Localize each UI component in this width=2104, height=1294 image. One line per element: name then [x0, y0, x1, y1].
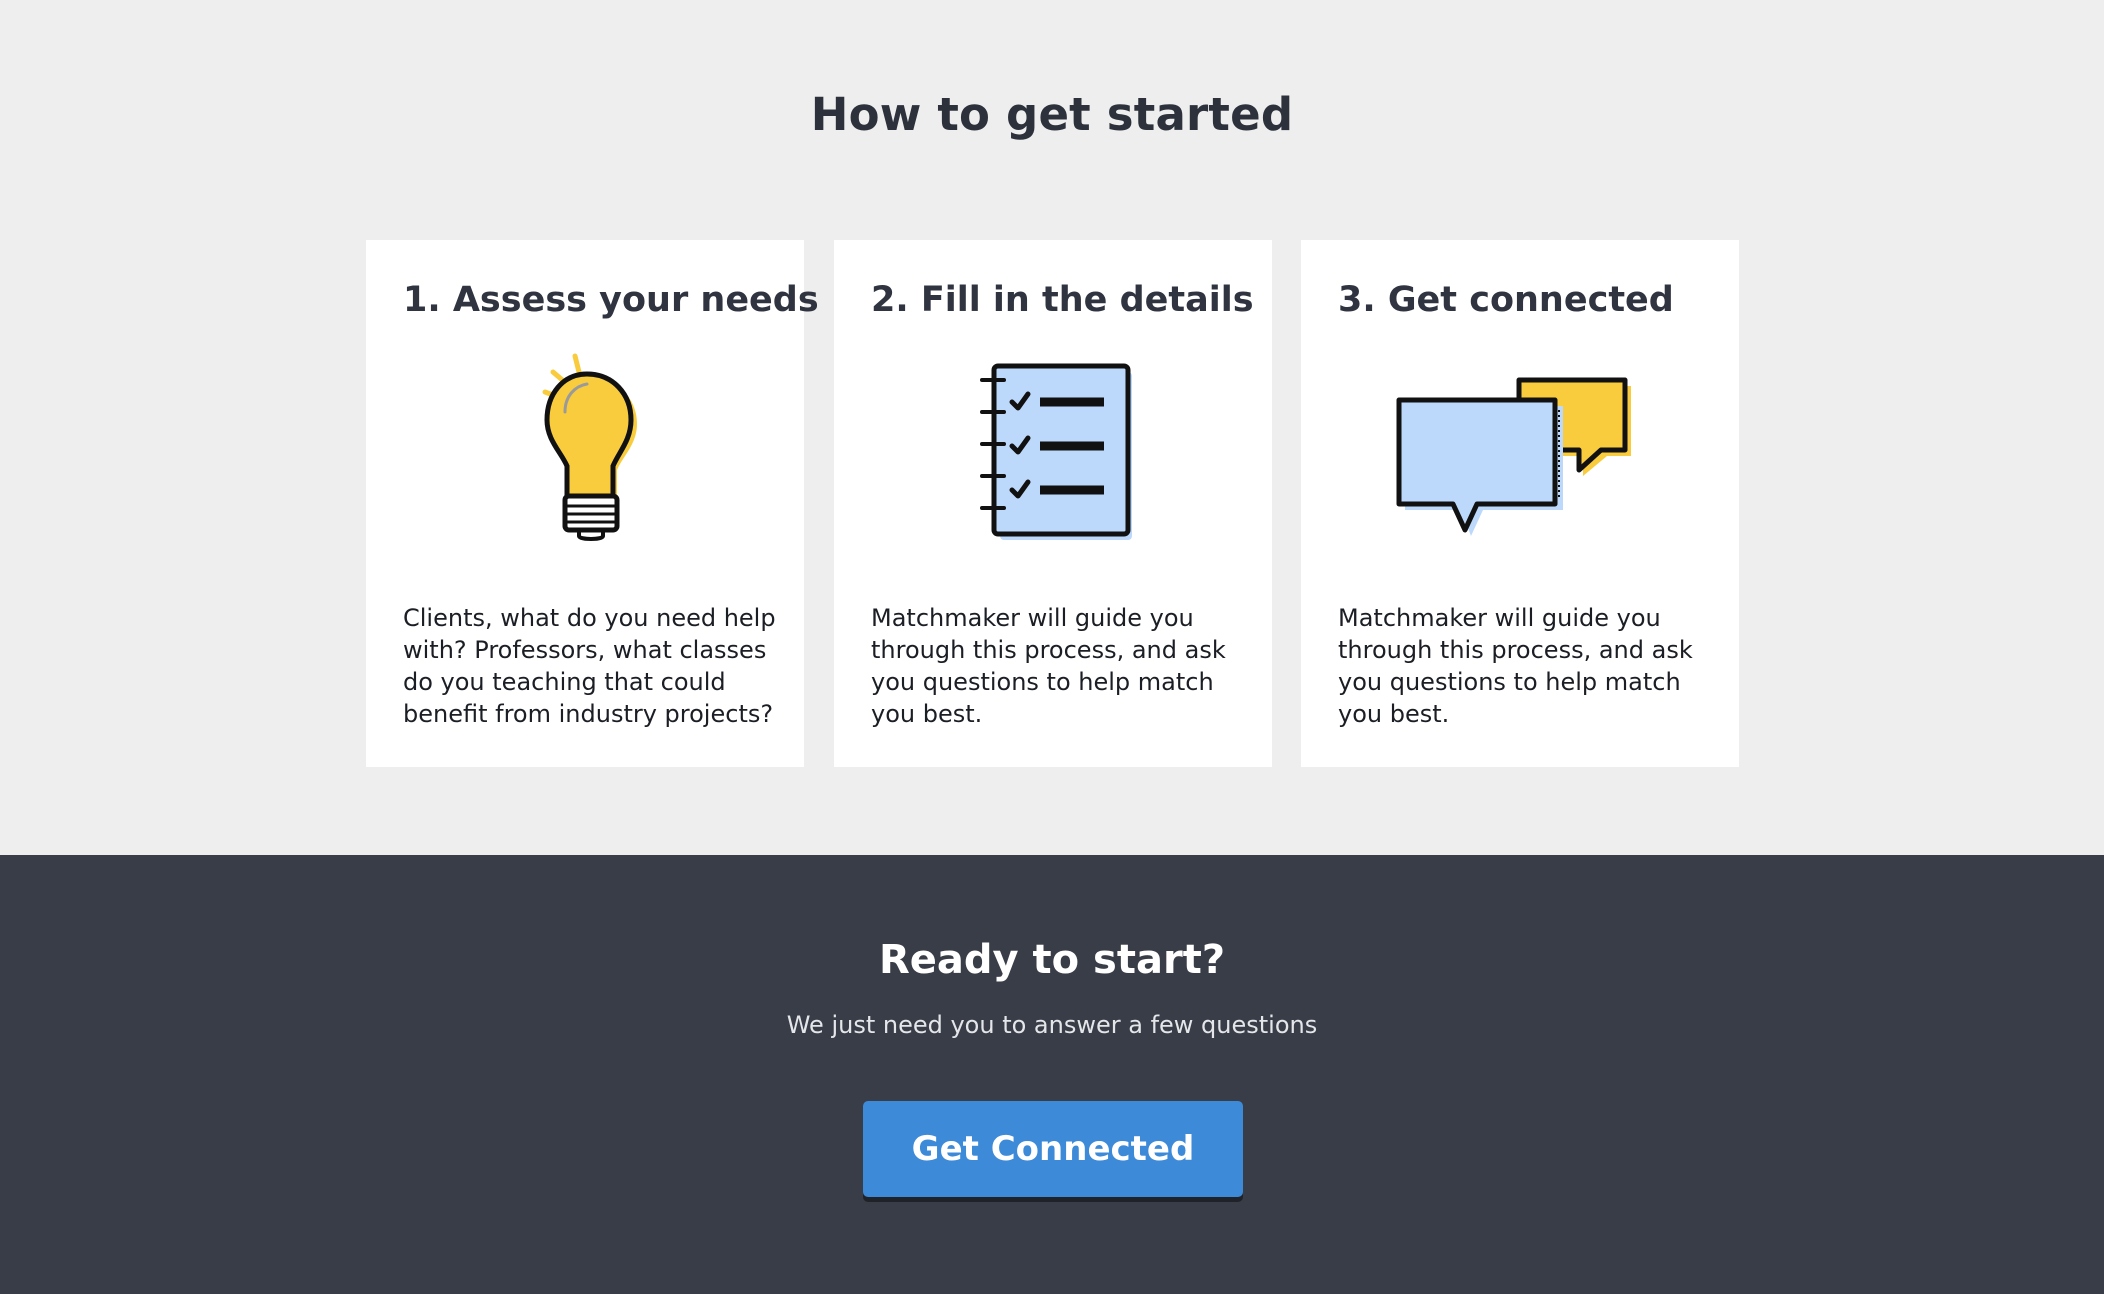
step-card-assess-needs: 1. Assess your needs Clients, what do yo…	[366, 240, 819, 767]
step-card-title: 3. Get connected	[1338, 280, 1674, 320]
step-card-description: Clients, what do you need help with? Pro…	[403, 604, 776, 728]
checklist-notebook-icon	[834, 350, 1272, 810]
steps-section: How to get started 1. Assess your needs	[0, 0, 2104, 855]
step-card-fill-details: 2. Fill in the details Matchmaker will g…	[834, 240, 1272, 767]
section-title: How to get started	[810, 88, 1294, 141]
page: How to get started 1. Assess your needs	[0, 0, 2104, 1294]
cta-subtitle: We just need you to answer a few questio…	[786, 1011, 1318, 1039]
step-card-title: 1. Assess your needs	[403, 280, 819, 320]
speech-bubbles-icon	[1301, 350, 1739, 810]
step-card-description: Matchmaker will guide you through this p…	[1338, 604, 1693, 728]
cta-title: Ready to start?	[878, 937, 1226, 983]
step-card-description: Matchmaker will guide you through this p…	[871, 604, 1226, 728]
lightbulb-icon	[366, 350, 804, 810]
cta-section: Ready to start? We just need you to answ…	[0, 855, 2104, 1294]
get-connected-button[interactable]: Get Connected	[863, 1101, 1243, 1197]
step-card-title: 2. Fill in the details	[871, 280, 1254, 320]
step-card-get-connected: 3. Get connected Matchmaker will guide y…	[1301, 240, 1739, 767]
